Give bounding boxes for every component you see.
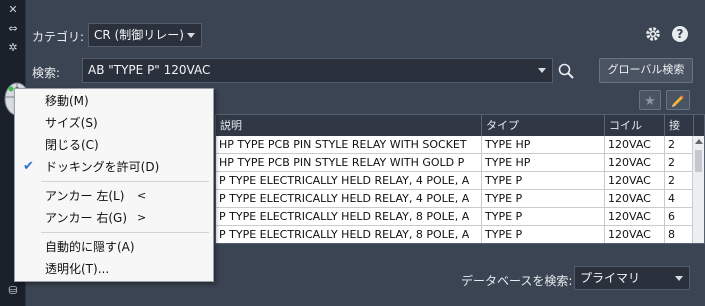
cell-coil: 120VAC bbox=[605, 154, 665, 172]
menu-item-label: 移動(M) bbox=[45, 94, 89, 108]
cell-contacts: 2 bbox=[665, 172, 694, 190]
settings-icon[interactable] bbox=[644, 25, 662, 43]
cell-description: HP TYPE PCB PIN STYLE RELAY WITH GOLD P bbox=[216, 154, 482, 172]
column-header-contacts[interactable]: 接 bbox=[665, 115, 694, 136]
chevron-down-icon bbox=[675, 276, 683, 281]
cell-contacts: 8 bbox=[665, 226, 694, 243]
table-row[interactable]: P TYPE ELECTRICALLY HELD RELAY, 4 POLE, … bbox=[216, 172, 704, 190]
column-header-coil[interactable]: コイル bbox=[605, 115, 665, 136]
table-vertical-scrollbar[interactable] bbox=[692, 136, 704, 243]
menu-item-label: アンカー 左(L) bbox=[45, 189, 125, 203]
search-input-value: AB "TYPE P" 120VAC bbox=[88, 63, 211, 77]
cell-type: TYPE P bbox=[482, 226, 605, 243]
table-header: 説明 タイプ コイル 接 bbox=[216, 115, 704, 136]
cell-contacts: 6 bbox=[665, 208, 694, 226]
menu-item-close[interactable]: 閉じる(C) bbox=[15, 135, 213, 155]
cell-coil: 120VAC bbox=[605, 226, 665, 243]
cell-contacts: 4 bbox=[665, 190, 694, 208]
cell-type: TYPE P bbox=[482, 190, 605, 208]
category-value: CR (制御リレー) bbox=[94, 28, 184, 42]
cell-contacts: 2 bbox=[665, 136, 694, 154]
close-icon[interactable]: ✕ bbox=[7, 4, 19, 16]
cell-type: TYPE HP bbox=[482, 154, 605, 172]
menu-item-transparency[interactable]: 透明化(T)... bbox=[15, 259, 213, 279]
database-label: データベースを検索: bbox=[461, 274, 573, 288]
checkmark-icon: ✔ bbox=[23, 159, 34, 174]
palette-context-menu: 移動(M) サイズ(S) 閉じる(C) ✔ ドッキングを許可(D) アンカー 左… bbox=[14, 88, 214, 282]
menu-item-move[interactable]: 移動(M) bbox=[15, 91, 213, 111]
cell-type: TYPE P bbox=[482, 208, 605, 226]
database-value: プライマリ bbox=[580, 271, 641, 285]
magnifier-icon[interactable] bbox=[557, 62, 575, 80]
database-icon: ⛁ bbox=[8, 284, 18, 297]
chevron-down-icon[interactable] bbox=[538, 68, 546, 73]
category-label: カテゴリ: bbox=[32, 30, 85, 44]
category-dropdown[interactable]: CR (制御リレー) bbox=[88, 23, 202, 47]
favorite-button[interactable]: ★ bbox=[639, 90, 661, 110]
cell-coil: 120VAC bbox=[605, 190, 665, 208]
cell-description: P TYPE ELECTRICALLY HELD RELAY, 8 POLE, … bbox=[216, 226, 482, 243]
edit-button[interactable] bbox=[666, 90, 690, 110]
menu-separator bbox=[41, 181, 209, 182]
properties-icon[interactable]: ✲ bbox=[7, 42, 19, 54]
menu-item-label: 自動的に隠す(A) bbox=[45, 240, 135, 254]
menu-item-label: アンカー 右(G) bbox=[45, 211, 127, 225]
menu-item-allow-docking[interactable]: ✔ ドッキングを許可(D) bbox=[15, 157, 213, 177]
global-search-button[interactable]: グローバル検索 bbox=[599, 58, 693, 83]
menu-item-label: 透明化(T)... bbox=[45, 262, 110, 276]
scroll-up-arrow-icon[interactable] bbox=[695, 139, 703, 144]
cell-coil: 120VAC bbox=[605, 208, 665, 226]
cell-type: TYPE P bbox=[482, 172, 605, 190]
column-header-type[interactable]: タイプ bbox=[482, 115, 605, 136]
table-row[interactable]: P TYPE ELECTRICALLY HELD RELAY, 8 POLE, … bbox=[216, 226, 704, 243]
cell-description: HP TYPE PCB PIN STYLE RELAY WITH SOCKET bbox=[216, 136, 482, 154]
cell-type: TYPE HP bbox=[482, 136, 605, 154]
table-row[interactable]: HP TYPE PCB PIN STYLE RELAY WITH GOLD PT… bbox=[216, 154, 704, 172]
menu-item-label: 閉じる(C) bbox=[45, 138, 99, 152]
database-dropdown[interactable]: プライマリ bbox=[574, 266, 690, 290]
cell-contacts: 2 bbox=[665, 154, 694, 172]
catalog-results-table: 説明 タイプ コイル 接 HP TYPE PCB PIN STYLE RELAY… bbox=[215, 114, 705, 244]
menu-item-label: ドッキングを許可(D) bbox=[45, 160, 160, 174]
cell-description: P TYPE ELECTRICALLY HELD RELAY, 4 POLE, … bbox=[216, 172, 482, 190]
chevron-down-icon bbox=[187, 33, 195, 38]
search-label: 検索: bbox=[32, 66, 61, 80]
pin-icon[interactable]: ⇔ bbox=[7, 23, 19, 35]
scroll-thumb[interactable] bbox=[695, 150, 702, 172]
cell-description: P TYPE ELECTRICALLY HELD RELAY, 4 POLE, … bbox=[216, 190, 482, 208]
menu-item-anchor-left[interactable]: アンカー 左(L) < bbox=[15, 186, 213, 206]
cell-description: P TYPE ELECTRICALLY HELD RELAY, 8 POLE, … bbox=[216, 208, 482, 226]
cell-coil: 120VAC bbox=[605, 172, 665, 190]
pencil-icon bbox=[672, 95, 684, 107]
menu-item-size[interactable]: サイズ(S) bbox=[15, 113, 213, 133]
table-row[interactable]: P TYPE ELECTRICALLY HELD RELAY, 4 POLE, … bbox=[216, 190, 704, 208]
svg-text:?: ? bbox=[677, 27, 684, 41]
search-input[interactable]: AB "TYPE P" 120VAC bbox=[82, 58, 553, 83]
column-header-description[interactable]: 説明 bbox=[216, 115, 482, 136]
submenu-right-arrow-icon: > bbox=[137, 211, 147, 224]
help-icon[interactable]: ? bbox=[671, 25, 689, 43]
star-icon: ★ bbox=[644, 94, 656, 109]
menu-item-auto-hide[interactable]: 自動的に隠す(A) bbox=[15, 237, 213, 257]
table-row[interactable]: P TYPE ELECTRICALLY HELD RELAY, 8 POLE, … bbox=[216, 208, 704, 226]
menu-item-anchor-right[interactable]: アンカー 右(G) > bbox=[15, 208, 213, 228]
cell-coil: 120VAC bbox=[605, 136, 665, 154]
menu-separator bbox=[41, 232, 209, 233]
table-row[interactable]: HP TYPE PCB PIN STYLE RELAY WITH SOCKET T… bbox=[216, 136, 704, 154]
submenu-left-arrow-icon: < bbox=[137, 189, 147, 202]
menu-item-label: サイズ(S) bbox=[45, 116, 98, 130]
